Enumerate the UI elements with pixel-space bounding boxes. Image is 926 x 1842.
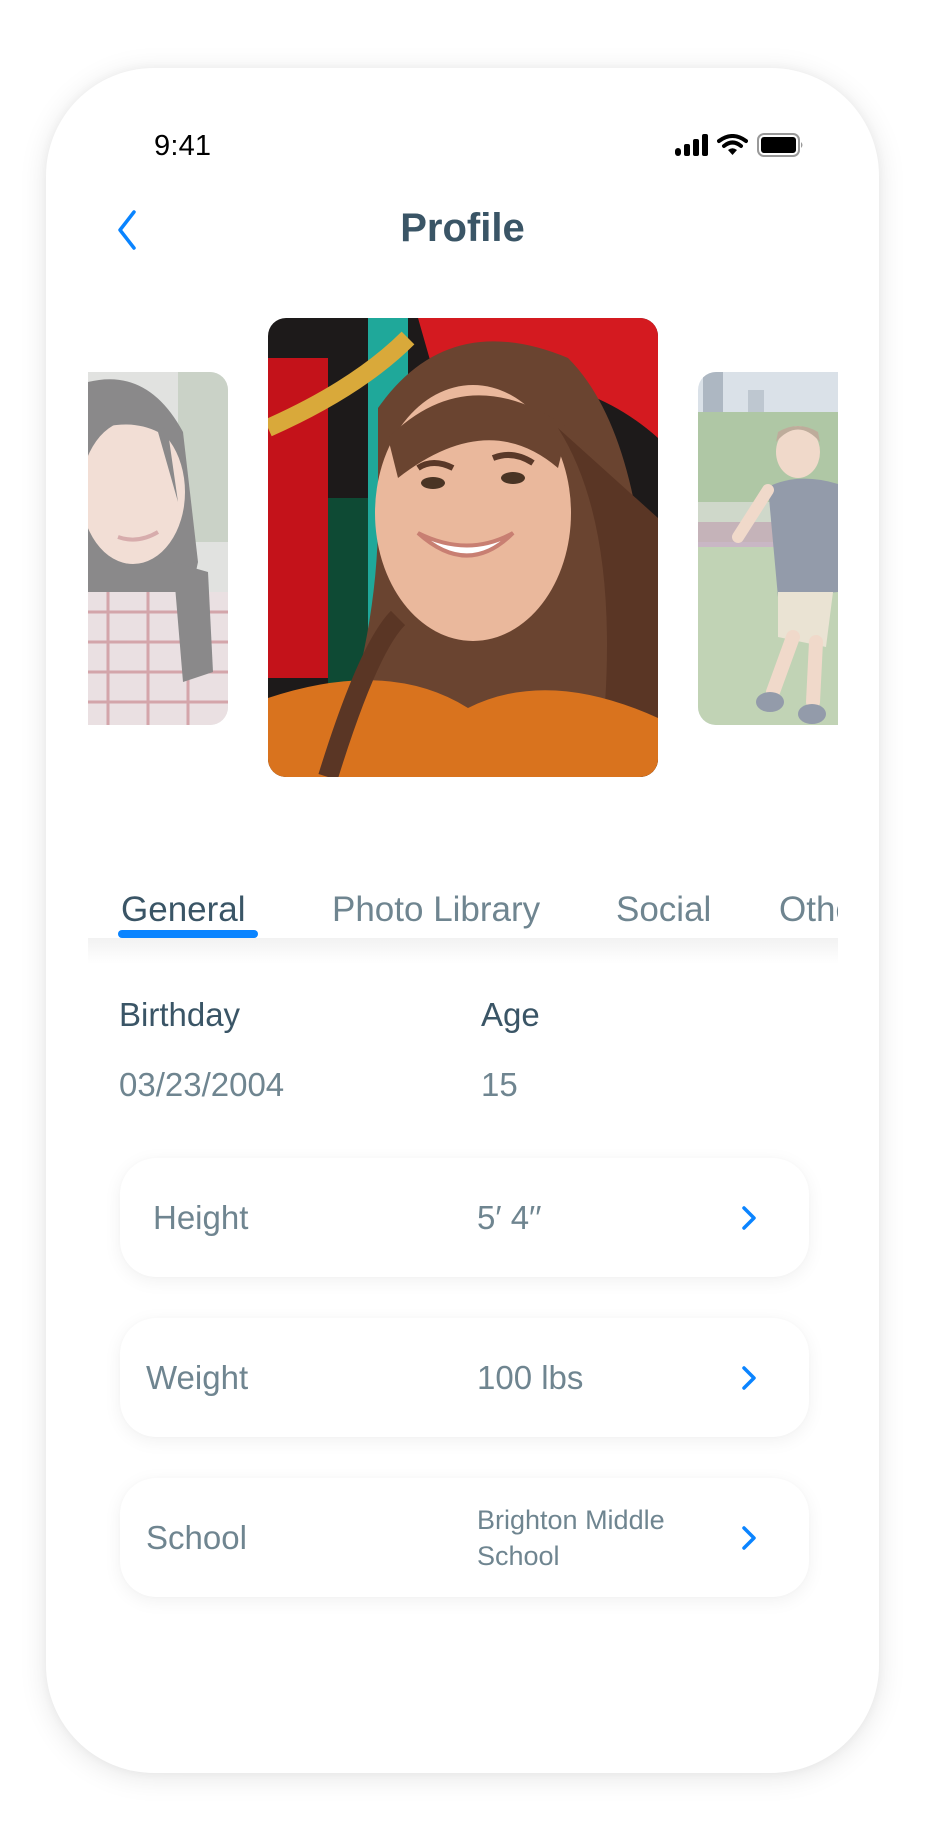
tab-social[interactable]: Social	[616, 890, 711, 930]
wifi-icon	[717, 134, 748, 155]
height-value: 5′ 4′′	[477, 1198, 542, 1236]
school-label: School	[146, 1518, 247, 1556]
page-title: Profile	[400, 206, 525, 250]
chevron-right-icon	[742, 1366, 756, 1390]
photo-previous[interactable]	[88, 372, 228, 725]
chevron-right-icon	[742, 1206, 756, 1230]
tab-other[interactable]: Other	[779, 890, 838, 930]
birthday-label: Birthday	[119, 996, 241, 1033]
status-time: 9:41	[154, 130, 212, 162]
school-value: Brighton Middle School	[477, 1504, 665, 1571]
signal-icon	[675, 134, 708, 156]
birthday-value: 03/23/2004	[119, 1066, 285, 1103]
tab-photo-library[interactable]: Photo Library	[332, 890, 540, 930]
school-row[interactable]: School Brighton Middle School	[120, 1478, 809, 1597]
age-label: Age	[481, 996, 540, 1033]
height-row[interactable]: Height 5′ 4′′	[120, 1158, 809, 1277]
photo-next[interactable]	[698, 372, 838, 725]
tab-general[interactable]: General	[121, 890, 246, 930]
weight-label: Weight	[146, 1358, 249, 1396]
photo-current[interactable]	[268, 318, 658, 777]
chevron-right-icon	[742, 1526, 756, 1550]
height-label: Height	[153, 1198, 249, 1236]
active-tab-indicator	[118, 930, 258, 938]
weight-row[interactable]: Weight 100 lbs	[120, 1318, 809, 1437]
phone-frame: 9:41 Profile General Photo Library Socia…	[46, 68, 879, 1773]
status-icons	[675, 132, 804, 158]
battery-icon	[757, 133, 803, 157]
age-value: 15	[481, 1066, 518, 1103]
weight-value: 100 lbs	[477, 1358, 584, 1396]
tab-bar-divider	[88, 938, 838, 964]
